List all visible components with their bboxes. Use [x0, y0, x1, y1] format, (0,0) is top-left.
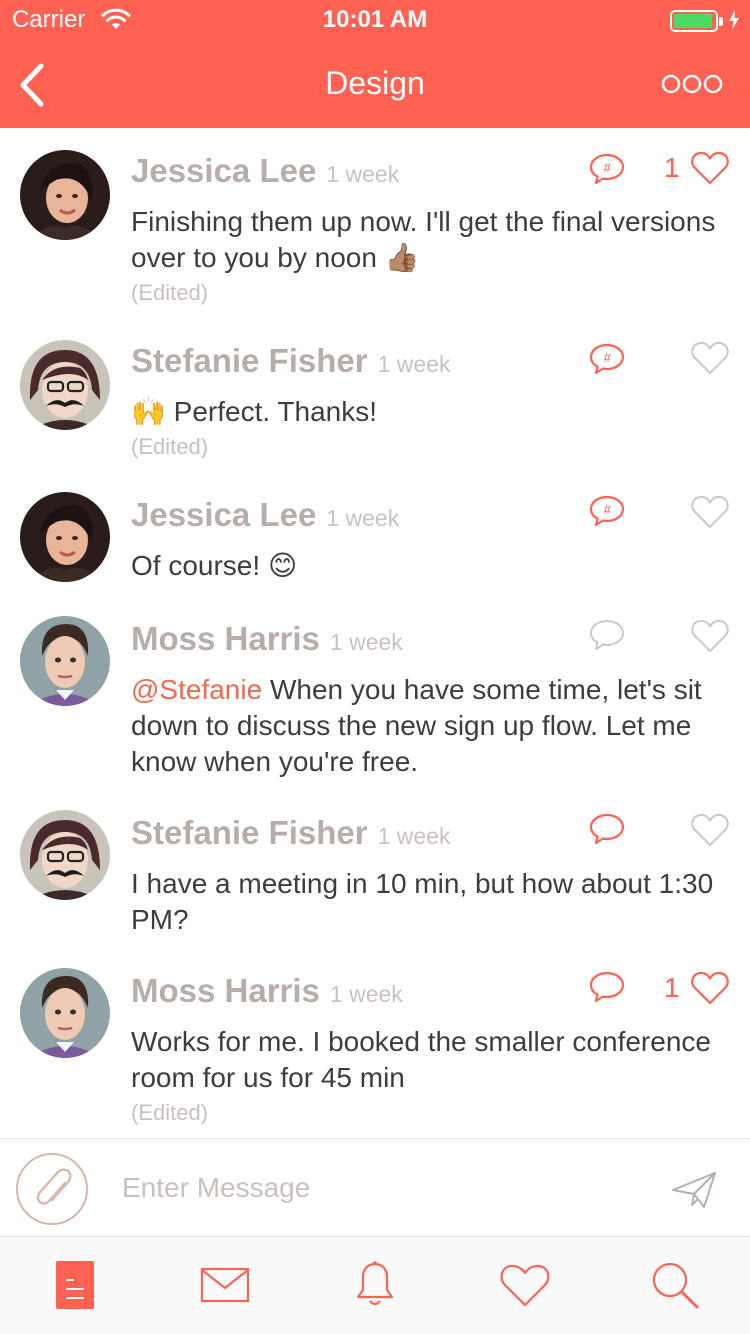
author-name[interactable]: Moss Harris 1 week — [131, 972, 403, 1010]
message-text: Of course! 😊 — [131, 550, 298, 581]
paperclip-icon — [36, 1168, 72, 1205]
comment-tag-icon[interactable]: # — [588, 152, 626, 186]
heart-icon[interactable] — [690, 494, 730, 530]
tab-search[interactable] — [645, 1255, 705, 1315]
message-text: Finishing them up now. I'll get the fina… — [131, 206, 716, 273]
envelope-icon — [200, 1267, 250, 1303]
message-feed[interactable]: Jessica Lee 1 week Finishing them up now.… — [0, 128, 750, 1138]
heart-icon[interactable] — [690, 812, 730, 848]
edited-label: (Edited) — [131, 434, 209, 459]
message-text: 🙌 Perfect. Thanks! — [131, 396, 377, 427]
tab-messages[interactable] — [195, 1255, 255, 1315]
document-icon — [56, 1261, 94, 1309]
heart-icon — [500, 1264, 550, 1307]
comment-tag-icon[interactable]: # — [588, 342, 626, 376]
avatar-jessica-lee[interactable] — [20, 150, 110, 240]
heart-icon[interactable] — [690, 340, 730, 376]
tab-notifications[interactable] — [345, 1255, 405, 1315]
author-name[interactable]: Jessica Lee 1 week — [131, 152, 399, 190]
comment-icon[interactable] — [588, 618, 626, 652]
edited-label: (Edited) — [131, 280, 209, 305]
search-icon — [652, 1262, 699, 1309]
heart-icon[interactable] — [690, 970, 730, 1006]
message-time: 1 week — [377, 823, 451, 849]
message-time: 1 week — [326, 161, 400, 187]
bell-icon — [356, 1261, 394, 1306]
clock: 10:01 AM — [322, 6, 428, 33]
mention-link[interactable]: @Stefanie — [131, 674, 262, 705]
page-title: Design — [325, 65, 425, 101]
status-bar: Carrier 10:01 AM — [0, 0, 750, 40]
author-name[interactable]: Stefanie Fisher 1 week — [131, 814, 450, 852]
avatar-stefanie-fisher[interactable] — [20, 340, 110, 430]
battery-nub — [719, 17, 723, 26]
tab-feed[interactable] — [45, 1255, 105, 1315]
message-text: I have a meeting in 10 min, but how abou… — [131, 868, 714, 935]
like-count: 1 — [664, 152, 680, 183]
svg-text:#: # — [603, 350, 611, 365]
send-icon[interactable] — [670, 1169, 718, 1211]
author-name[interactable]: Stefanie Fisher 1 week — [131, 342, 450, 380]
comment-icon[interactable] — [588, 970, 626, 1004]
comment-icon[interactable] — [588, 812, 626, 846]
tab-favorites[interactable] — [495, 1255, 555, 1315]
author-name[interactable]: Jessica Lee 1 week — [131, 496, 399, 534]
heart-icon[interactable] — [690, 150, 730, 186]
svg-text:#: # — [603, 160, 611, 175]
message-text: @Stefanie When you have some time, let's… — [131, 674, 702, 777]
avatar-stefanie-fisher[interactable] — [20, 810, 110, 900]
avatar-moss-harris[interactable] — [20, 616, 110, 706]
battery-icon — [670, 10, 718, 32]
heart-icon[interactable] — [690, 618, 730, 654]
message-composer — [0, 1138, 750, 1236]
message-time: 1 week — [326, 505, 400, 531]
svg-text:#: # — [603, 502, 611, 517]
edited-label: (Edited) — [131, 1100, 209, 1125]
avatar-jessica-lee[interactable] — [20, 492, 110, 582]
avatar-moss-harris[interactable] — [20, 968, 110, 1058]
tab-bar — [0, 1236, 750, 1334]
message-time: 1 week — [329, 629, 403, 655]
message-time: 1 week — [329, 981, 403, 1007]
comment-tag-icon[interactable]: # — [588, 494, 626, 528]
author-name[interactable]: Moss Harris 1 week — [131, 620, 403, 658]
like-count: 1 — [664, 972, 680, 1003]
message-text: Works for me. I booked the smaller confe… — [131, 1026, 711, 1093]
header: Carrier 10:01 AM Design — [0, 0, 750, 128]
charging-icon — [729, 10, 739, 30]
more-dots-icon[interactable] — [660, 70, 724, 98]
attach-button[interactable] — [16, 1153, 88, 1225]
message-time: 1 week — [377, 351, 451, 377]
message-input[interactable] — [110, 1159, 650, 1217]
